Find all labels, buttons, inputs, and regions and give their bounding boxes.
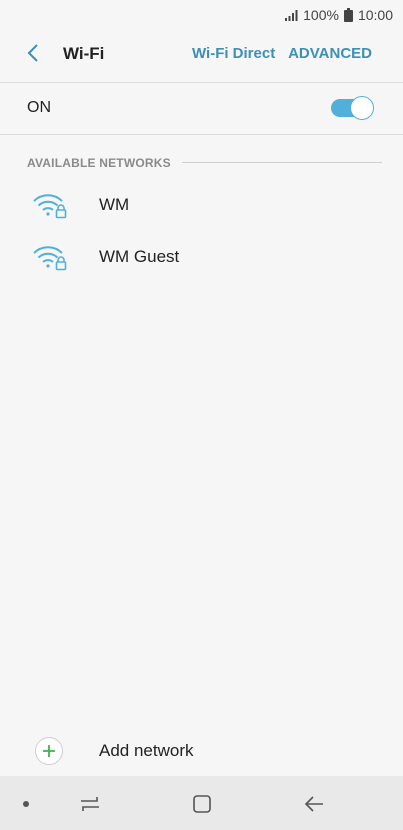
switch-divider	[0, 134, 403, 135]
add-network-button[interactable]: Add network	[0, 728, 403, 774]
wifi-direct-button[interactable]: Wi-Fi Direct	[192, 45, 275, 62]
status-bar: 100% 10:00	[0, 0, 403, 30]
battery-icon	[343, 8, 353, 22]
page-title: Wi-Fi	[63, 44, 105, 63]
navigation-bar	[0, 776, 403, 830]
recent-apps-icon[interactable]	[76, 790, 104, 818]
switch-state-label: ON	[27, 99, 51, 116]
home-icon[interactable]	[188, 790, 216, 818]
available-networks-header: AVAILABLE NETWORKS	[27, 156, 171, 170]
chevron-left-icon	[26, 43, 40, 68]
section-divider	[182, 162, 382, 163]
battery-percent: 100%	[303, 7, 339, 23]
clock: 10:00	[357, 7, 393, 23]
wifi-master-switch-row[interactable]: ON	[0, 82, 403, 134]
back-button[interactable]	[20, 42, 46, 68]
network-name: WM Guest	[99, 247, 180, 266]
app-header: Wi-Fi Wi-Fi Direct ADVANCED	[0, 30, 403, 80]
add-network-label: Add network	[99, 741, 194, 760]
network-item-wm[interactable]: WM	[0, 179, 403, 231]
dot-indicator-icon	[12, 790, 40, 818]
advanced-button[interactable]: ADVANCED	[288, 45, 372, 62]
signal-icon	[284, 9, 298, 21]
network-item-wm-guest[interactable]: WM Guest	[0, 231, 403, 283]
wifi-locked-icon	[33, 244, 69, 272]
plus-icon	[35, 737, 63, 765]
wifi-settings-screen: 100% 10:00 Wi-Fi Wi-Fi Direct ADVANCED O…	[0, 0, 403, 830]
toggle-knob	[350, 96, 374, 120]
back-icon[interactable]	[300, 790, 328, 818]
wifi-toggle[interactable]	[331, 96, 374, 120]
wifi-locked-icon	[33, 192, 69, 220]
network-name: WM	[99, 195, 130, 214]
